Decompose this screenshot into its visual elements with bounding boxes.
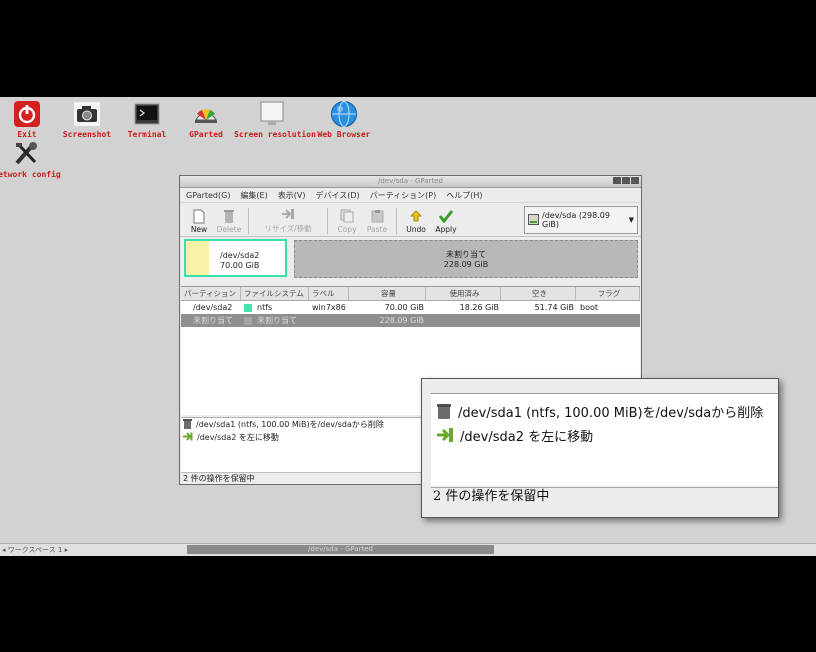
minimize-button[interactable]: [613, 177, 621, 184]
toolbar-separator: [396, 208, 397, 234]
paste-icon: [362, 208, 392, 224]
unallocated-block-size: 228.09 GiB: [443, 260, 489, 269]
paste-button[interactable]: Paste: [362, 208, 392, 236]
disk-icon: [528, 213, 539, 227]
undo-icon: [401, 208, 431, 224]
monitor-icon: [257, 99, 287, 129]
used-space-fill: [186, 241, 209, 275]
device-selector[interactable]: /dev/sda (298.09 GiB) ▼: [524, 206, 638, 234]
web-browser-label: Web Browser: [317, 130, 371, 139]
menu-help[interactable]: ヘルプ(H): [446, 190, 482, 201]
zoomed-status-bar: 2 件の操作を保留中: [431, 487, 778, 504]
list-item: /dev/sda1 (ntfs, 100.00 MiB)を/dev/sdaから削…: [431, 399, 778, 423]
gparted-label: GParted: [189, 130, 223, 139]
list-item: /dev/sda2 を左に移動: [431, 423, 778, 447]
menu-view[interactable]: 表示(V): [278, 190, 306, 201]
trash-icon: [436, 403, 452, 420]
copy-button[interactable]: Copy: [332, 208, 362, 236]
network-config-label: Network config: [0, 170, 61, 179]
move-arrow-icon: [436, 427, 454, 443]
menu-partition[interactable]: パーティション(P): [370, 190, 437, 201]
toolbar: New Delete リサイズ/移動 Copy Paste Undo Apply: [180, 203, 641, 237]
screen-resolution-launcher[interactable]: Screen resolution: [234, 99, 316, 139]
magnifier-overlay: /dev/sda1 (ntfs, 100.00 MiB)を/dev/sdaから削…: [421, 378, 779, 518]
close-button[interactable]: [631, 177, 639, 184]
table-row[interactable]: /dev/sda2 ntfs win7x86 70.00 GiB 18.26 G…: [181, 301, 640, 314]
network-config-launcher[interactable]: Network config: [0, 139, 65, 179]
zoomed-pending-list: /dev/sda1 (ntfs, 100.00 MiB)を/dev/sdaから削…: [431, 393, 778, 486]
terminal-icon: [132, 99, 162, 129]
col-flags[interactable]: フラグ: [576, 287, 640, 300]
new-file-icon: [184, 208, 214, 224]
undo-button[interactable]: Undo: [401, 208, 431, 236]
dropdown-arrow-icon: ▼: [628, 216, 634, 224]
fs-color-swatch: [244, 316, 252, 325]
menu-device[interactable]: デバイス(D): [315, 190, 359, 201]
tools-icon: [12, 139, 42, 169]
trash-icon: [214, 208, 244, 224]
col-label[interactable]: ラベル: [309, 287, 349, 300]
trash-icon: [183, 418, 192, 431]
resize-arrow-icon: [253, 206, 323, 222]
table-header: パーティション ファイルシステム ラベル 容量 使用済み 空き フラグ: [181, 287, 640, 301]
col-free[interactable]: 空き: [501, 287, 576, 300]
toolbar-separator: [248, 208, 249, 234]
web-browser-launcher[interactable]: Web Browser: [306, 99, 382, 139]
apply-button[interactable]: Apply: [431, 208, 461, 236]
device-label: /dev/sda (298.09 GiB): [542, 211, 610, 229]
taskbar-window-button[interactable]: /dev/sda - GParted: [187, 545, 494, 554]
power-icon: [12, 99, 42, 129]
workspace-switcher[interactable]: ◂ ワークスペース 1 ▸: [2, 545, 68, 555]
window-titlebar[interactable]: /dev/sda - GParted: [180, 176, 641, 188]
col-filesystem[interactable]: ファイルシステム: [241, 287, 309, 300]
delete-button[interactable]: Delete: [214, 208, 244, 236]
menu-bar: GParted(G) 編集(E) 表示(V) デバイス(D) パーティション(P…: [180, 188, 641, 203]
toolbar-separator: [327, 208, 328, 234]
gparted-launcher[interactable]: GParted: [168, 99, 244, 139]
window-title: /dev/sda - GParted: [378, 177, 443, 185]
menu-gparted[interactable]: GParted(G): [186, 191, 230, 200]
partition-block-name: /dev/sda2: [220, 251, 260, 260]
menu-edit[interactable]: 編集(E): [240, 190, 267, 201]
taskbar: ◂ ワークスペース 1 ▸ /dev/sda - GParted: [0, 543, 816, 556]
unallocated-block[interactable]: 未割り当て 228.09 GiB: [294, 240, 638, 278]
screen-resolution-label: Screen resolution: [234, 130, 316, 139]
maximize-button[interactable]: [622, 177, 630, 184]
partition-block-size: 70.00 GiB: [220, 261, 260, 270]
fs-color-swatch: [244, 303, 252, 312]
globe-icon: [329, 99, 359, 129]
copy-icon: [332, 208, 362, 224]
table-row[interactable]: 未割り当て 未割り当て 228.09 GiB: [181, 314, 640, 327]
partition-block-sda2[interactable]: /dev/sda2 70.00 GiB: [184, 239, 287, 277]
col-size[interactable]: 容量: [349, 287, 426, 300]
gparted-icon: [191, 99, 221, 129]
checkmark-icon: [431, 208, 461, 224]
new-button[interactable]: New: [184, 208, 214, 236]
move-arrow-icon: [183, 432, 193, 443]
resize-move-button[interactable]: リサイズ/移動: [253, 206, 323, 236]
col-partition[interactable]: パーティション: [181, 287, 241, 300]
col-used[interactable]: 使用済み: [426, 287, 501, 300]
unallocated-block-name: 未割り当て: [446, 250, 486, 259]
camera-icon: [72, 99, 102, 129]
disk-map: /dev/sda2 70.00 GiB 未割り当て 228.09 GiB: [181, 237, 640, 281]
